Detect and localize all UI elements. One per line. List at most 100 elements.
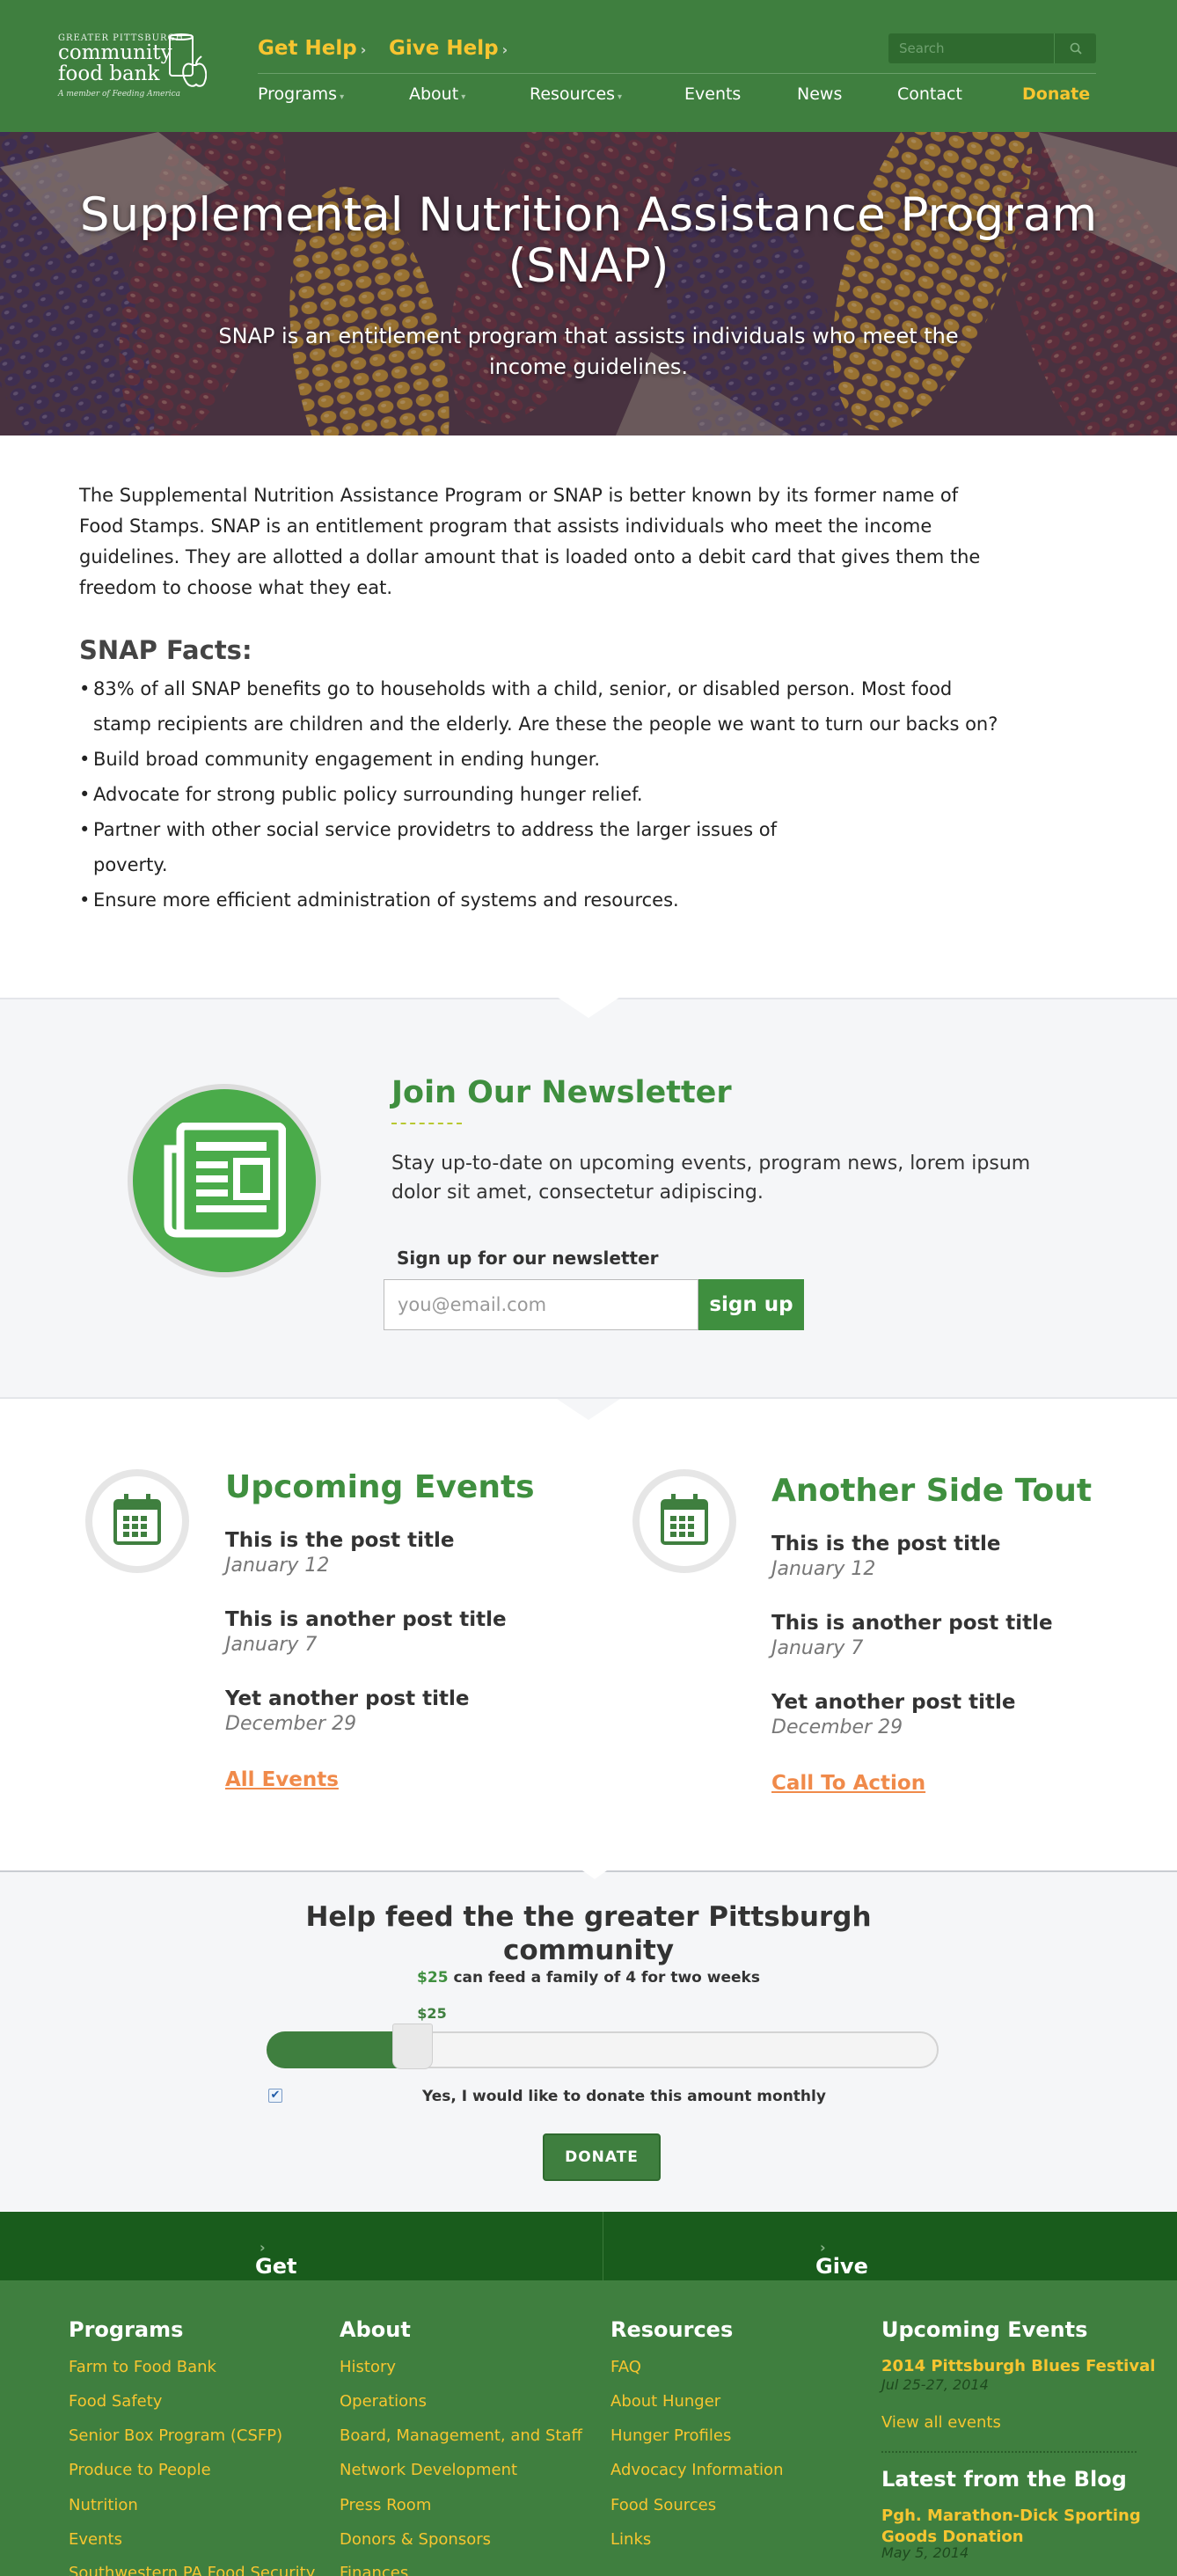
donation-slider-fill xyxy=(267,2031,410,2068)
footer-link[interactable]: Senior Box Program (CSFP) xyxy=(69,2426,282,2445)
email-field[interactable] xyxy=(384,1279,698,1330)
give-help-link[interactable]: Give Help › xyxy=(389,37,508,60)
newspaper-icon xyxy=(164,1123,286,1238)
post-title-link[interactable]: This is another post title xyxy=(771,1612,1053,1635)
post-title-link[interactable]: Yet another post title xyxy=(225,1687,469,1710)
call-to-action-link[interactable]: Call To Action xyxy=(771,1772,925,1795)
footer-programs-heading: Programs xyxy=(69,2317,184,2342)
post-title-link[interactable]: This is the post title xyxy=(771,1533,1001,1555)
search-button[interactable] xyxy=(1054,33,1096,63)
footer-link[interactable]: FAQ xyxy=(610,2358,641,2376)
nav-label: Programs xyxy=(258,84,338,104)
nav-news[interactable]: News xyxy=(797,84,842,104)
footer-link[interactable]: Produce to People xyxy=(69,2461,211,2479)
hero-subtitle: SNAP is an entitlement program that assi… xyxy=(218,324,959,379)
section-notch xyxy=(557,1399,620,1420)
donate-subtitle-text: can feed a family of 4 for two weeks xyxy=(453,1969,760,1987)
monthly-label: Yes, I would like to donate this amount … xyxy=(422,2088,826,2105)
donation-slider-handle[interactable] xyxy=(392,2023,433,2069)
fact-item: Ensure more efficient administration of … xyxy=(79,882,1012,918)
footer-resources-heading: Resources xyxy=(610,2317,734,2342)
chevron-down-icon: ▾ xyxy=(618,92,623,102)
page-title: Supplemental Nutrition Assistance Progra… xyxy=(79,188,1098,293)
footer-link[interactable]: Links xyxy=(610,2530,651,2549)
footer-link[interactable]: Advocacy Information xyxy=(610,2461,783,2479)
nav-resources[interactable]: Resources ▾ xyxy=(530,84,622,104)
give-help-label: Give Help xyxy=(389,37,499,60)
footer-link[interactable]: Network Development xyxy=(340,2461,517,2479)
footer-link[interactable]: Board, Management, and Staff xyxy=(340,2426,582,2445)
fact-item: Advocate for strong public policy surrou… xyxy=(79,777,1012,812)
chevron-down-icon: ▾ xyxy=(461,92,466,102)
donate-button[interactable]: DONATE xyxy=(543,2133,661,2181)
title-underline xyxy=(391,1123,462,1124)
footer-upcoming-heading: Upcoming Events xyxy=(881,2317,1088,2342)
fact-item: Partner with other social service provid… xyxy=(79,812,853,882)
newsletter-icon-circle xyxy=(128,1084,321,1277)
footer-link[interactable]: Press Room xyxy=(340,2496,431,2514)
sign-up-button[interactable]: sign up xyxy=(698,1279,804,1330)
footer-link[interactable]: Hunger Profiles xyxy=(610,2426,731,2445)
donate-title: Help feed the the greater Pittsburgh com… xyxy=(305,1901,872,1966)
fact-item: Build broad community engagement in endi… xyxy=(79,742,1012,777)
chevron-right-icon: › xyxy=(360,41,367,58)
intro-paragraph: The Supplemental Nutrition Assistance Pr… xyxy=(79,485,981,598)
logo-tagline: A member of Feeding America xyxy=(58,90,181,99)
facts-heading: SNAP Facts: xyxy=(79,635,252,665)
section-notch xyxy=(557,997,620,1018)
donate-subtitle: $25 can feed a family of 4 for two weeks xyxy=(281,1969,896,1987)
footer-event-link[interactable]: 2014 Pittsburgh Blues Festival xyxy=(881,2356,1155,2377)
facts-list: 83% of all SNAP benefits go to household… xyxy=(79,671,1012,918)
footer-divider xyxy=(881,2451,1137,2453)
nav-label: About xyxy=(409,84,459,104)
newsletter-description: Stay up-to-date on upcoming events, prog… xyxy=(391,1153,1031,1204)
post-title-link[interactable]: This is another post title xyxy=(225,1608,507,1631)
site-logo[interactable]: GREATER PITTSBURGH community food bank A… xyxy=(58,33,238,106)
footer-link[interactable]: Farm to Food Bank xyxy=(69,2358,216,2376)
footer-blog-post-link[interactable]: Pgh. Marathon-Dick Sporting Goods Donati… xyxy=(881,2506,1145,2548)
monthly-checkbox[interactable]: ✔ xyxy=(268,2089,282,2103)
footer-link[interactable]: Food Sources xyxy=(610,2496,716,2514)
all-events-link[interactable]: All Events xyxy=(225,1768,339,1791)
upcoming-events-title: Upcoming Events xyxy=(225,1469,535,1505)
chevron-down-icon: ▾ xyxy=(340,92,345,102)
chevron-right-icon: › xyxy=(501,41,508,58)
footer-link[interactable]: Southwestern PA Food Security xyxy=(69,2564,315,2576)
footer-link[interactable]: Finances xyxy=(340,2564,408,2576)
post-date: January 12 xyxy=(225,1555,330,1577)
footer-give-help-button[interactable]: Give Help› xyxy=(603,2212,1177,2303)
nav-programs[interactable]: Programs ▾ xyxy=(258,84,344,104)
footer-link[interactable]: About Hunger xyxy=(610,2392,720,2411)
get-help-link[interactable]: Get Help › xyxy=(258,37,366,60)
header-divider xyxy=(258,73,1096,74)
hero-banner: Supplemental Nutrition Assistance Progra… xyxy=(0,132,1177,435)
search-input[interactable] xyxy=(888,33,1052,63)
nav-about[interactable]: About ▾ xyxy=(409,84,465,104)
newsletter-title: Join Our Newsletter xyxy=(391,1075,732,1110)
can-apple-logo-icon xyxy=(169,33,207,87)
events-icon-circle xyxy=(85,1469,189,1573)
nav-label: Resources xyxy=(530,84,616,104)
site-header: GREATER PITTSBURGH community food bank A… xyxy=(0,0,1177,132)
post-date: December 29 xyxy=(225,1713,357,1735)
post-title-link[interactable]: Yet another post title xyxy=(771,1691,1015,1714)
nav-donate[interactable]: Donate xyxy=(1022,84,1090,104)
get-help-label: Get Help xyxy=(258,37,357,60)
footer-link[interactable]: History xyxy=(340,2358,396,2376)
footer-link[interactable]: Donors & Sponsors xyxy=(340,2530,491,2549)
footer-link[interactable]: Nutrition xyxy=(69,2496,138,2514)
footer-link[interactable]: Events xyxy=(69,2530,122,2549)
footer-get-help-button[interactable]: Get Help› xyxy=(0,2212,603,2303)
footer-link[interactable]: Food Safety xyxy=(69,2392,162,2411)
post-date: January 7 xyxy=(225,1634,318,1656)
nav-contact[interactable]: Contact xyxy=(897,84,962,104)
nav-events[interactable]: Events xyxy=(684,84,741,104)
footer-event-date: Jul 25-27, 2014 xyxy=(881,2376,989,2393)
donate-amount: $25 xyxy=(417,1969,449,1987)
post-date: January 12 xyxy=(771,1558,876,1580)
footer-link[interactable]: Operations xyxy=(340,2392,427,2411)
post-title-link[interactable]: This is the post title xyxy=(225,1529,455,1552)
post-date: December 29 xyxy=(771,1716,903,1738)
side-tout-title: Another Side Tout xyxy=(771,1473,1093,1509)
view-all-events-link[interactable]: View all events xyxy=(881,2413,1001,2432)
